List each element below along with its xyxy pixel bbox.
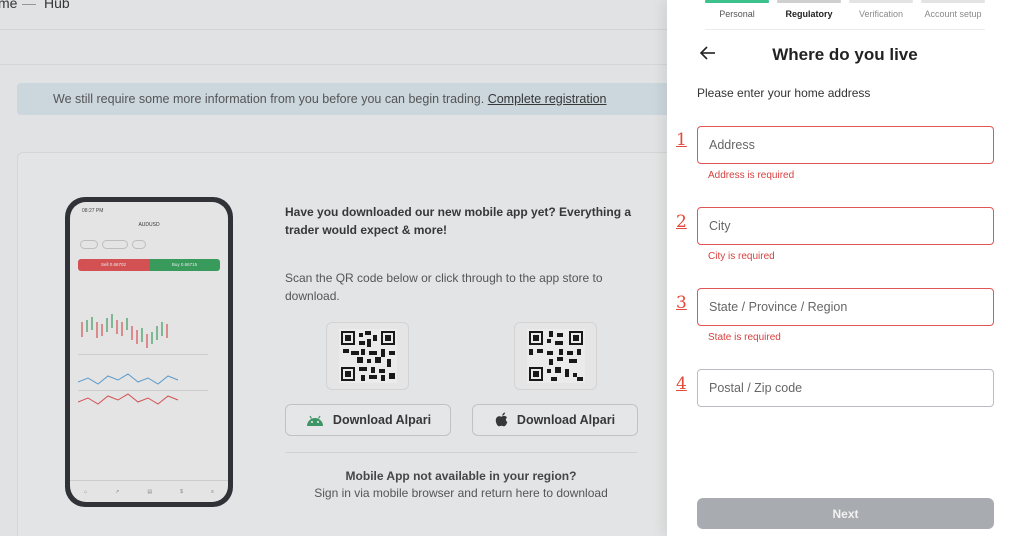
page-title: Where do you live <box>772 45 918 64</box>
step-verification: Verification <box>849 0 913 24</box>
step-bar <box>777 0 841 3</box>
address-error: Address is required <box>708 170 795 181</box>
postal-field <box>697 369 994 407</box>
annotation-marker: 2 <box>676 212 687 232</box>
step-label: Regulatory <box>785 9 833 19</box>
state-error: State is required <box>708 332 781 343</box>
step-personal: Personal <box>705 0 769 24</box>
registration-steps: Personal Regulatory Verification Account… <box>705 0 985 30</box>
intro-text: Please enter your home address <box>697 86 871 100</box>
step-account-setup: Account setup <box>921 0 985 24</box>
postal-input[interactable] <box>698 370 993 406</box>
city-error: City is required <box>708 251 775 262</box>
state-field <box>697 288 994 326</box>
state-input[interactable] <box>698 289 993 325</box>
background-page: me — Hub We still require some more info… <box>0 0 687 536</box>
address-panel: Personal Regulatory Verification Account… <box>667 0 1024 536</box>
step-label: Verification <box>858 9 904 19</box>
step-bar <box>705 0 769 3</box>
annotation-marker: 1 <box>676 130 687 150</box>
city-input[interactable] <box>698 208 993 244</box>
address-input[interactable] <box>698 127 993 163</box>
step-regulatory: Regulatory <box>777 0 841 24</box>
step-bar <box>921 0 985 3</box>
step-label: Personal <box>719 9 755 19</box>
city-field <box>697 207 994 245</box>
next-button[interactable]: Next <box>697 498 994 529</box>
back-arrow-icon[interactable] <box>697 42 719 64</box>
annotation-marker: 3 <box>676 293 687 313</box>
address-field <box>697 126 994 164</box>
step-bar <box>849 0 913 3</box>
modal-backdrop[interactable] <box>0 0 667 536</box>
annotation-marker: 4 <box>676 374 687 394</box>
step-label: Account setup <box>924 9 982 19</box>
